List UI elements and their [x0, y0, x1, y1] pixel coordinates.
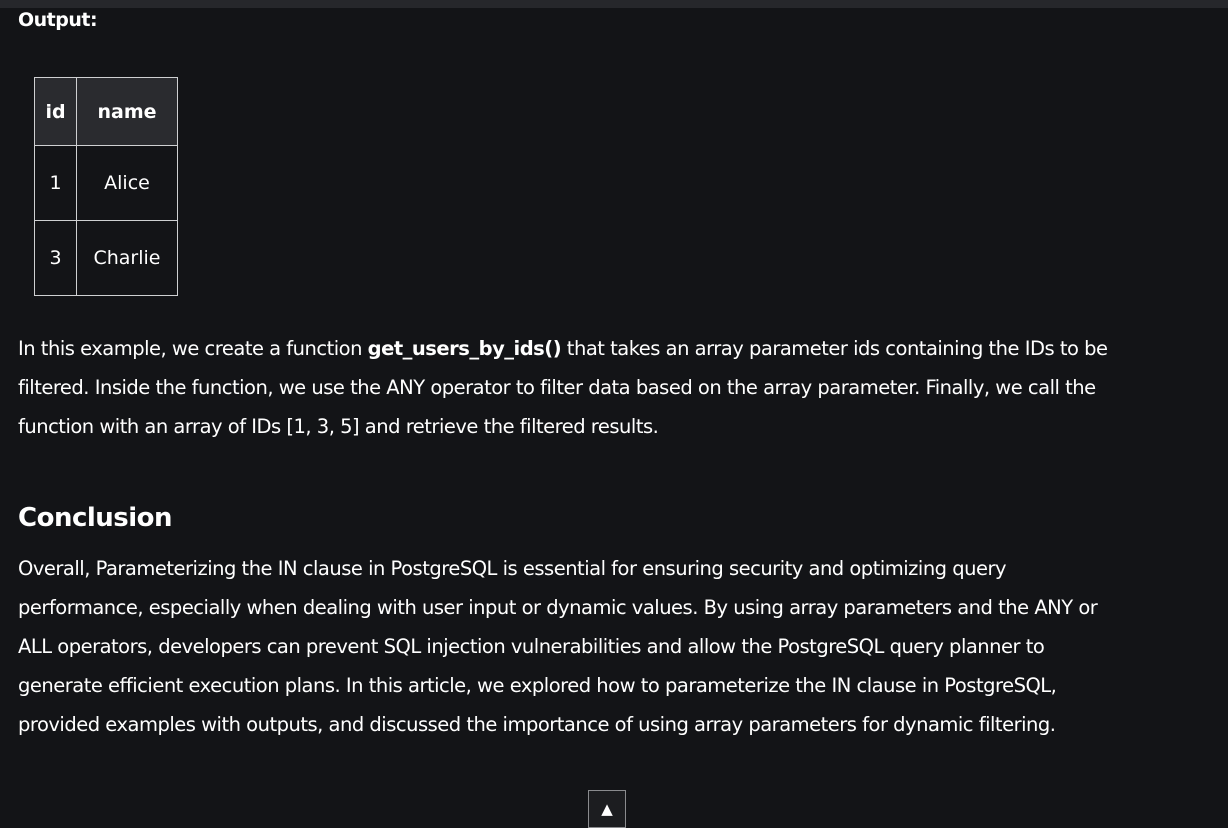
cell-id: 1 — [34, 145, 77, 221]
output-table: id name 1 Alice 3 Charlie — [34, 77, 178, 296]
cell-name: Charlie — [76, 220, 178, 296]
triangle-up-icon: ▲ — [601, 800, 613, 818]
paragraph-text-start: In this example, we create a function — [18, 337, 368, 360]
conclusion-heading: Conclusion — [18, 503, 173, 533]
column-header-id: id — [34, 77, 77, 146]
conclusion-paragraph: Overall, Parameterizing the IN clause in… — [18, 557, 1098, 736]
table-row: 1 Alice — [34, 145, 178, 221]
column-header-name: name — [76, 77, 178, 146]
top-strip — [0, 0, 1228, 8]
scroll-to-top-button[interactable]: ▲ — [588, 790, 626, 828]
cell-id: 3 — [34, 220, 77, 296]
cell-name: Alice — [76, 145, 178, 221]
output-label: Output: — [18, 9, 98, 31]
table-row: 3 Charlie — [34, 220, 178, 296]
example-explanation-paragraph: In this example, we create a function ge… — [18, 329, 1118, 446]
function-name: get_users_by_ids() — [367, 337, 562, 360]
table-header-row: id name — [34, 77, 178, 146]
